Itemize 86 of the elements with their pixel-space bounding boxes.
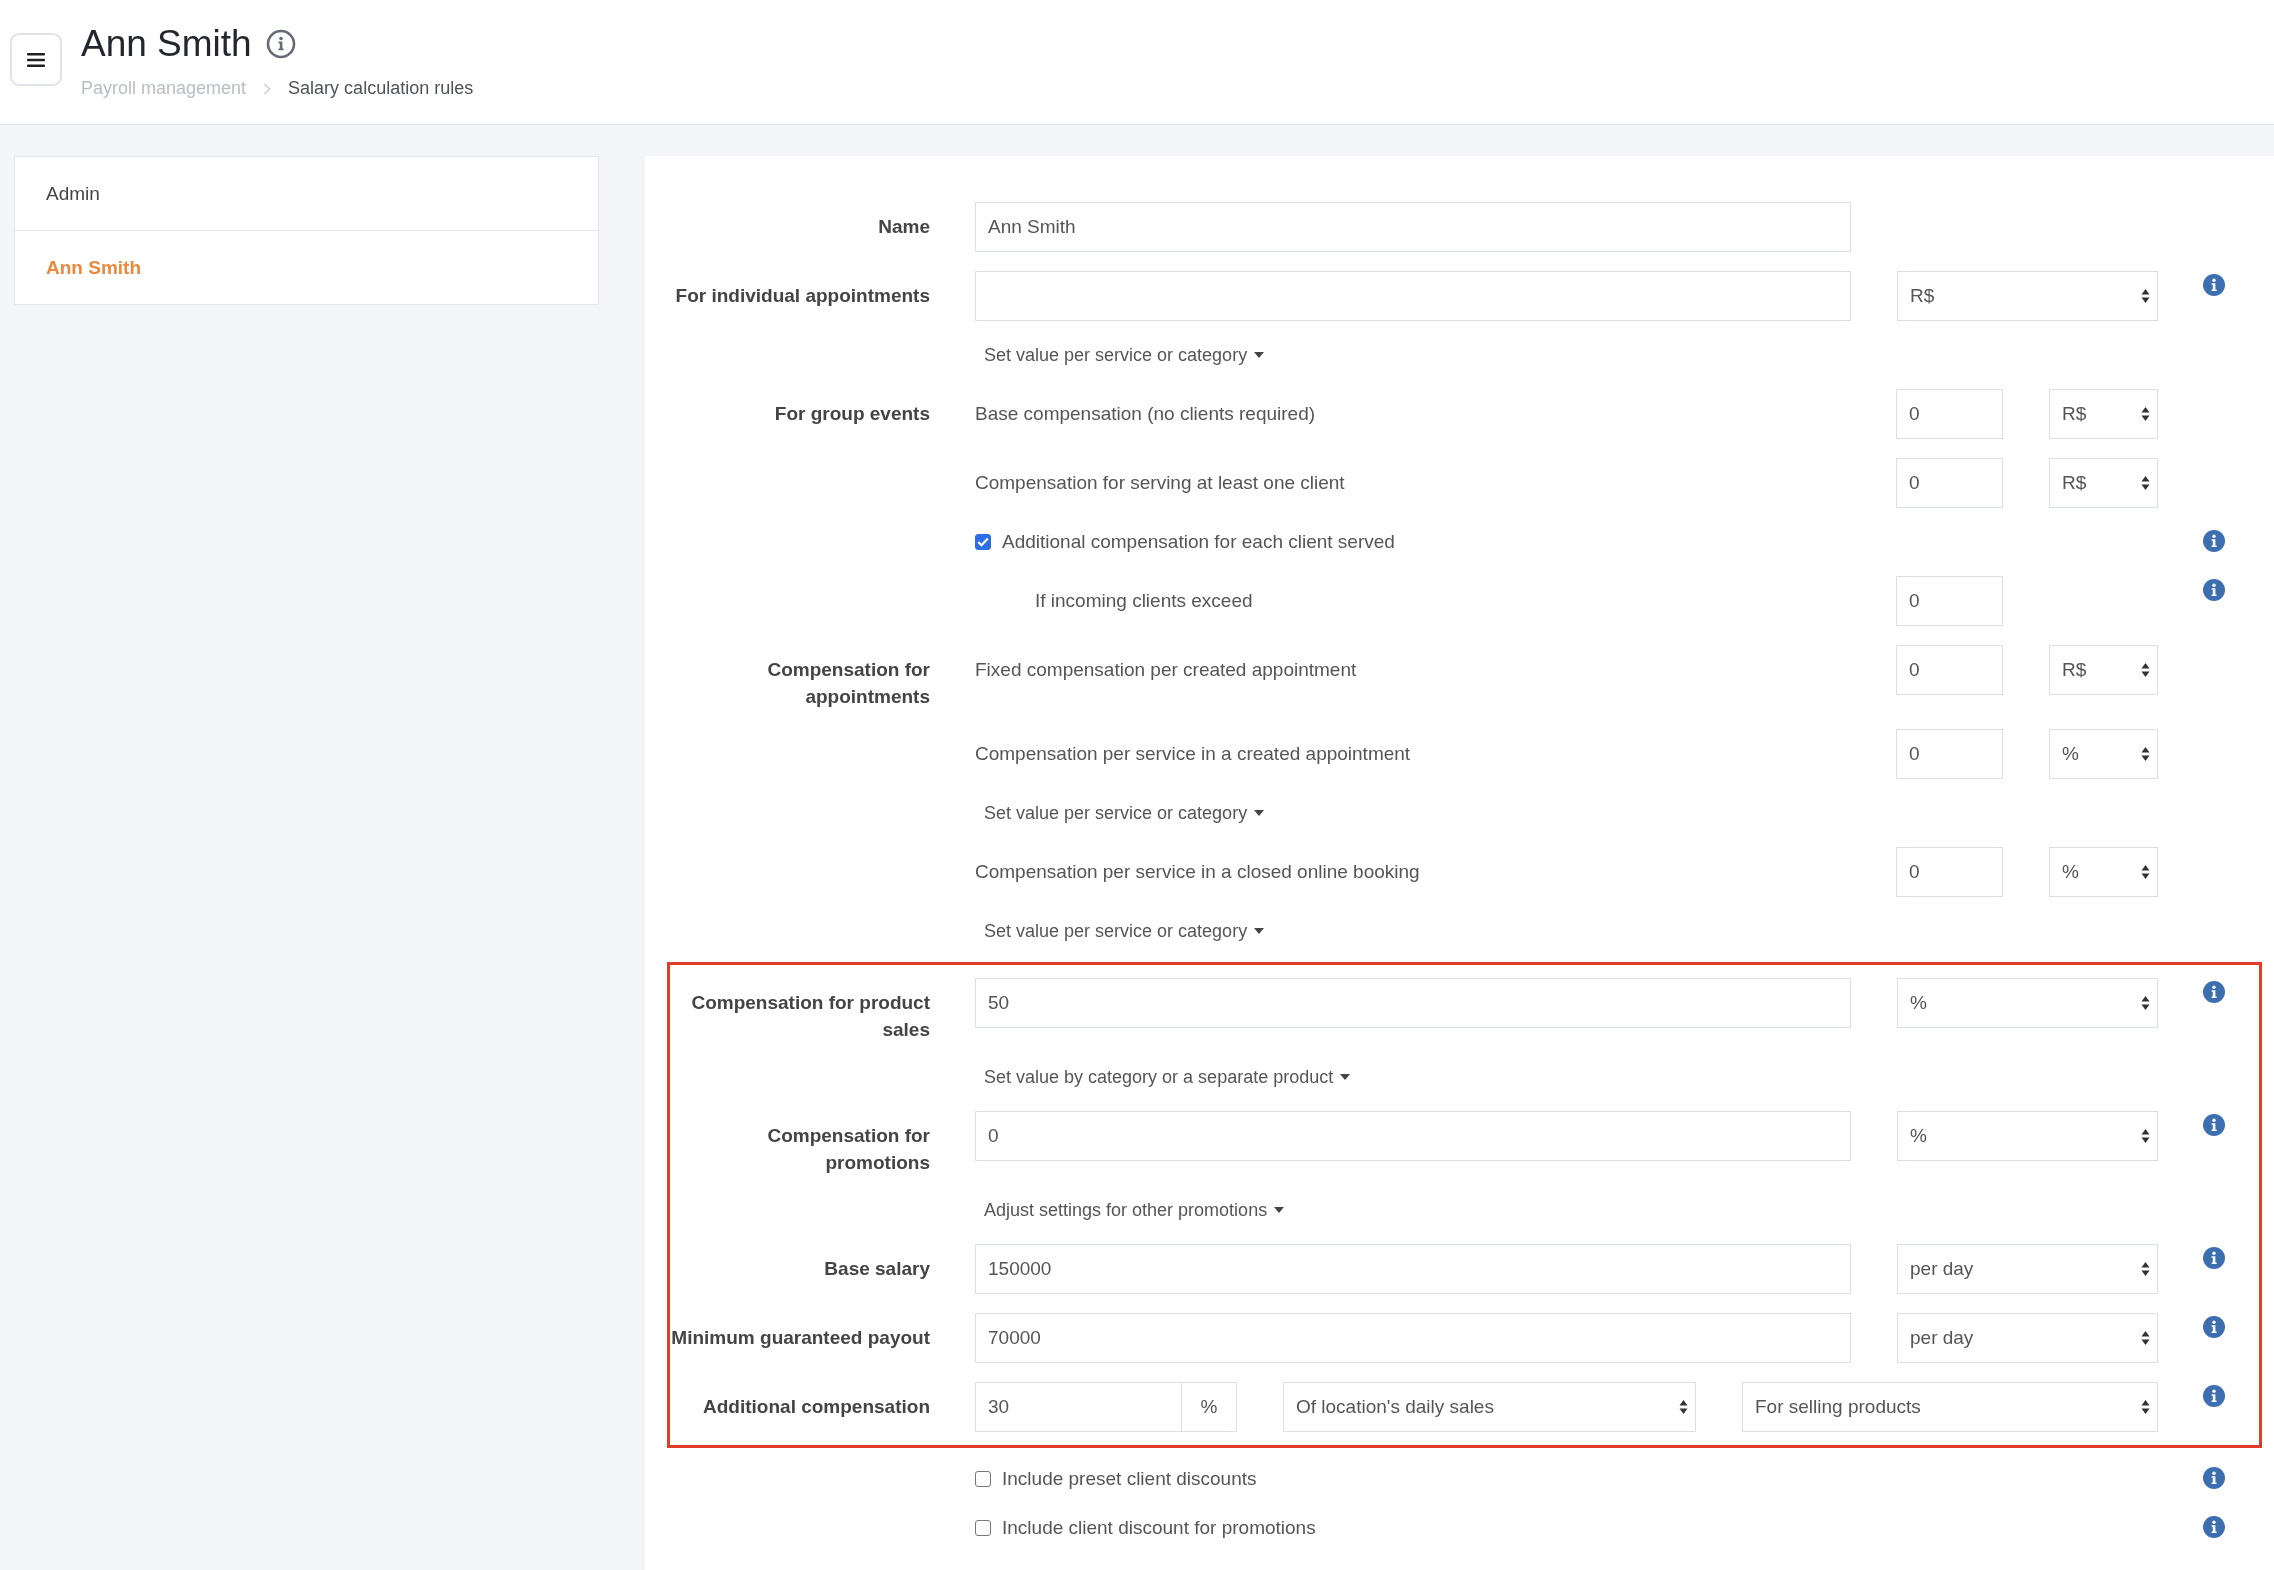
chevron-right-icon: [263, 82, 272, 95]
info-icon[interactable]: [2203, 1385, 2225, 1407]
dropdown-link[interactable]: Set value by category or a separate product: [975, 1062, 1351, 1092]
sort-arrows-icon: [2141, 1330, 2150, 1346]
option-text: Compensation for serving at least one client: [975, 472, 1346, 494]
page-title: Ann Smith: [81, 22, 252, 66]
info-icon[interactable]: [2203, 1247, 2225, 1269]
info-icon[interactable]: [2203, 1316, 2225, 1338]
caret-down-icon: [1254, 810, 1265, 816]
field-label: Compensation for appointments: [767, 659, 930, 707]
sort-arrows-icon: [2141, 1261, 2150, 1277]
sidebar-item[interactable]: Admin: [15, 157, 598, 230]
field-label: Minimum guaranteed payout: [671, 1327, 930, 1348]
dropdown-link[interactable]: Set value per service or category: [975, 798, 1265, 828]
info-icon[interactable]: [2203, 981, 2225, 1003]
dropdown-link[interactable]: Adjust settings for other promotions: [975, 1195, 1285, 1225]
option-text: If incoming clients exceed: [1034, 590, 1254, 612]
checkbox-label: Additional compensation for each client served: [1002, 531, 1395, 553]
dropdown-link[interactable]: Set value per service or category: [975, 340, 1265, 370]
text-input[interactable]: 150000: [975, 1244, 1851, 1294]
caret-down-icon: [1254, 928, 1265, 934]
text-input[interactable]: 50: [975, 978, 1851, 1028]
option-text: Compensation per service in a closed online booking: [975, 861, 1421, 883]
field-label: Compensation for product sales: [691, 992, 930, 1040]
sort-arrows-icon: [2141, 864, 2150, 880]
unit-select[interactable]: R$: [2049, 645, 2158, 695]
caret-down-icon: [1274, 1207, 1285, 1213]
sort-arrows-icon: [1679, 1399, 1688, 1415]
number-input[interactable]: 0: [1896, 847, 2003, 897]
option-text: Base compensation (no clients required): [975, 403, 1317, 425]
text-input[interactable]: Ann Smith: [975, 202, 1851, 252]
percent-input[interactable]: 30 %: [975, 1382, 1237, 1432]
unit-select[interactable]: %: [2049, 847, 2158, 897]
unit-select[interactable]: R$: [2049, 389, 2158, 439]
sort-arrows-icon: [2141, 406, 2150, 422]
sort-arrows-icon: [2141, 746, 2150, 762]
sort-arrows-icon: [2141, 995, 2150, 1011]
unit-select[interactable]: R$: [2049, 458, 2158, 508]
dropdown-select[interactable]: For selling products: [1742, 1382, 2158, 1432]
text-input[interactable]: 70000: [975, 1313, 1851, 1363]
unit-select[interactable]: %: [1897, 978, 2158, 1028]
text-input[interactable]: [975, 271, 1851, 321]
checkmark-icon: [977, 537, 989, 547]
checkbox[interactable]: [975, 534, 991, 550]
breadcrumb-link[interactable]: Salary calculation rules: [288, 78, 474, 99]
sort-arrows-icon: [2141, 662, 2150, 678]
checkbox[interactable]: [975, 1471, 991, 1487]
checkbox-label: Include client discount for promotions: [1002, 1517, 1316, 1539]
sort-arrows-icon: [2141, 475, 2150, 491]
info-icon[interactable]: [2203, 579, 2225, 601]
text-input[interactable]: 0: [975, 1111, 1851, 1161]
field-label: Additional compensation: [703, 1396, 930, 1417]
caret-down-icon: [1340, 1074, 1351, 1080]
menu-icon: [27, 52, 45, 67]
sort-arrows-icon: [2141, 1128, 2150, 1144]
field-label: For group events: [774, 403, 930, 424]
info-icon[interactable]: [265, 29, 296, 59]
unit-select[interactable]: %: [2049, 729, 2158, 779]
sort-arrows-icon: [2141, 1399, 2150, 1415]
number-input[interactable]: 0: [1896, 729, 2003, 779]
menu-button[interactable]: [10, 33, 62, 86]
number-input[interactable]: 0: [1896, 576, 2003, 626]
info-icon[interactable]: [2203, 1516, 2225, 1538]
dropdown-link[interactable]: Set value per service or category: [975, 916, 1265, 946]
number-input[interactable]: 0: [1896, 389, 2003, 439]
caret-down-icon: [1254, 352, 1265, 358]
dropdown-select[interactable]: Of location's daily sales: [1283, 1382, 1696, 1432]
number-input[interactable]: 0: [1896, 645, 2003, 695]
unit-select[interactable]: %: [1897, 1111, 2158, 1161]
info-icon[interactable]: [2203, 530, 2225, 552]
checkbox[interactable]: [975, 1520, 991, 1536]
info-icon[interactable]: [2203, 1467, 2225, 1489]
field-label: Base salary: [824, 1258, 930, 1279]
number-input[interactable]: 0: [1896, 458, 2003, 508]
unit-select[interactable]: per day: [1897, 1244, 2158, 1294]
checkbox-label: Include preset client discounts: [1002, 1468, 1257, 1490]
unit-select[interactable]: R$: [1897, 271, 2158, 321]
field-label: Compensation for promotions: [767, 1125, 930, 1173]
field-label: For individual appointments: [675, 285, 930, 306]
option-text: Compensation per service in a created appointment: [975, 743, 1412, 765]
info-icon[interactable]: [2203, 1114, 2225, 1136]
option-text: Fixed compensation per created appointment: [975, 659, 1358, 681]
sort-arrows-icon: [2141, 288, 2150, 304]
field-label: Name: [878, 216, 930, 237]
unit-select[interactable]: per day: [1897, 1313, 2158, 1363]
info-icon[interactable]: [2203, 274, 2225, 296]
